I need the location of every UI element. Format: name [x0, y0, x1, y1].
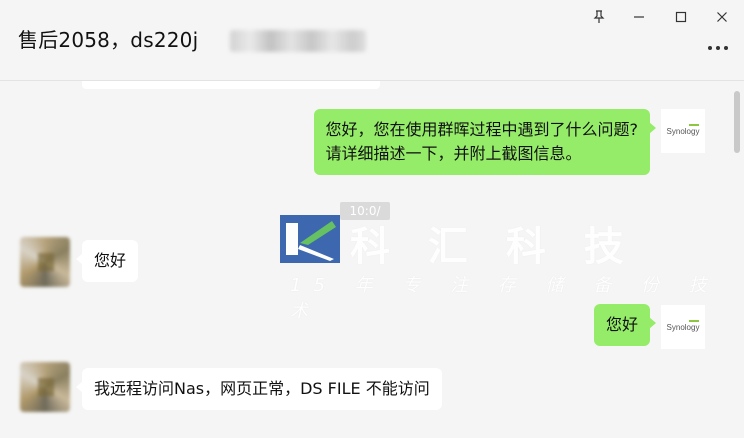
close-icon: [717, 12, 727, 22]
message-bubble-out[interactable]: 您好: [593, 304, 657, 346]
watermark-text: 科 汇 科 技: [350, 224, 636, 270]
message-line: 我远程访问Nas，网页正常，DS FILE 不能访问: [94, 379, 430, 398]
avatar-label: Synology: [666, 319, 700, 332]
maximize-icon: [675, 11, 687, 23]
close-button[interactable]: [709, 6, 735, 28]
chat-area[interactable]: 您好，您在使用群晖过程中遇到了什么问题? 请详细描述一下，并附上截图信息。 Sy…: [0, 81, 744, 438]
user-avatar[interactable]: [20, 362, 70, 412]
avatar-label: Synology: [666, 123, 700, 136]
message-line: 请详细描述一下，并附上截图信息。: [325, 144, 582, 163]
more-options-button[interactable]: [708, 42, 730, 54]
message-line: 您好，您在使用群晖过程中遇到了什么问题?: [325, 120, 639, 139]
minimize-icon: [634, 16, 644, 18]
maximize-button[interactable]: [668, 6, 694, 28]
minimize-button[interactable]: [626, 6, 652, 28]
chat-title: 售后2058，ds220j: [18, 28, 199, 52]
message-line: 您好: [605, 315, 638, 334]
message-bubble-in[interactable]: 我远程访问Nas，网页正常，DS FILE 不能访问: [76, 368, 442, 410]
user-avatar[interactable]: [20, 237, 70, 287]
scrollbar[interactable]: [734, 91, 740, 153]
blurred-contact-name: [230, 30, 366, 52]
message-bubble-out[interactable]: 您好，您在使用群晖过程中遇到了什么问题? 请详细描述一下，并附上截图信息。: [313, 109, 656, 175]
synology-avatar[interactable]: Synology: [661, 109, 705, 153]
more-dot: [724, 46, 728, 50]
pin-icon: [593, 10, 605, 23]
message-bubble-in[interactable]: 您好: [75, 240, 139, 282]
message-line: 您好: [94, 251, 127, 270]
previous-message-bubble: [82, 81, 380, 89]
more-dot: [716, 46, 720, 50]
synology-avatar[interactable]: Synology: [661, 305, 705, 349]
more-dots-icon: [708, 46, 712, 50]
watermark-logo-icon: [280, 215, 340, 263]
chat-header: 售后2058，ds220j: [0, 0, 744, 81]
pin-button[interactable]: [586, 6, 612, 28]
